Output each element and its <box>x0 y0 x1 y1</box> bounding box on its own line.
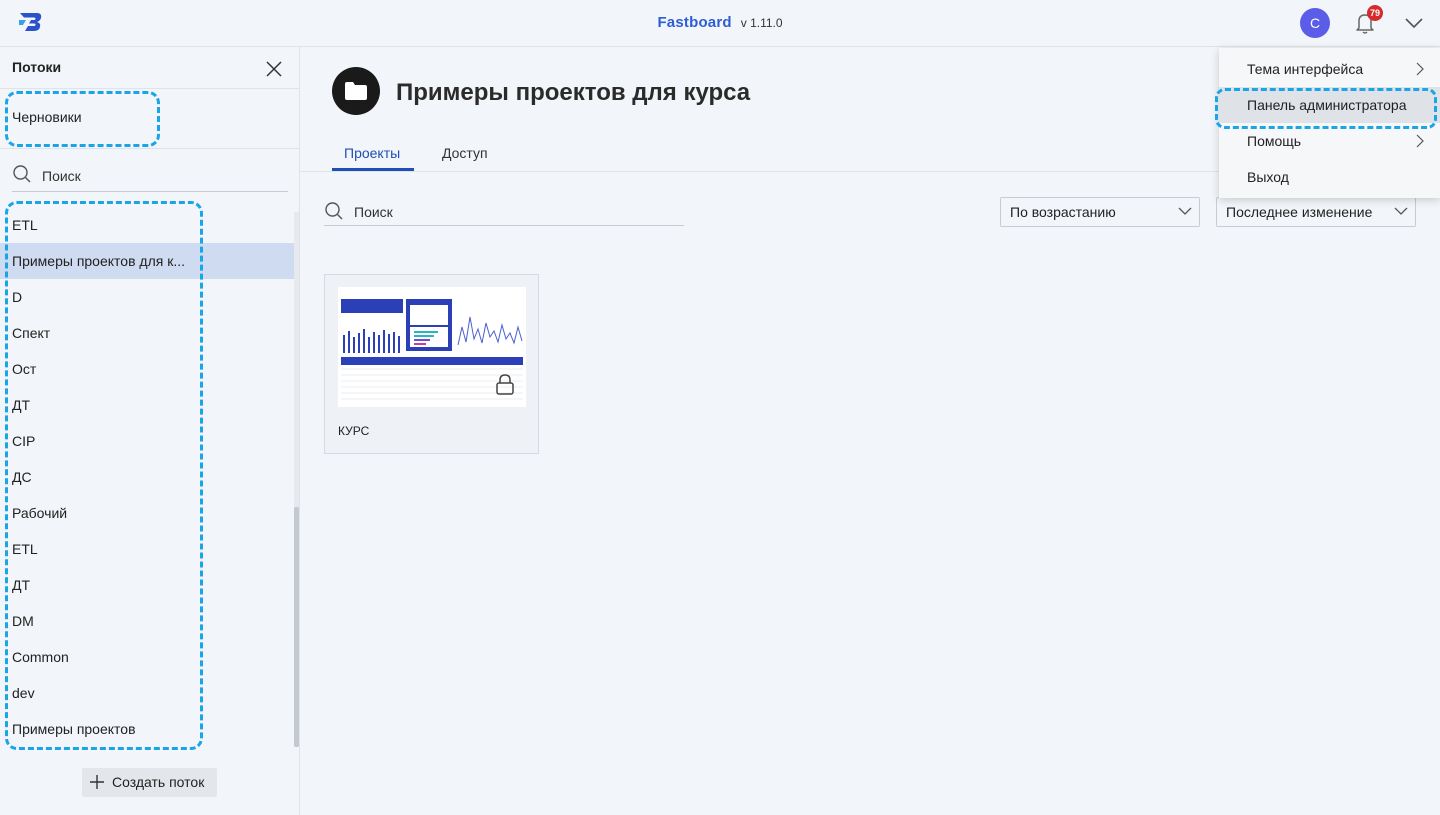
search-icon <box>13 165 31 183</box>
project-card[interactable]: КУРС <box>324 274 539 454</box>
projects-search-input[interactable]: Поиск <box>324 196 684 226</box>
avatar[interactable]: C <box>1300 8 1330 38</box>
menu-item-label: Тема интерфейса <box>1247 61 1364 77</box>
app-version: v 1.11.0 <box>740 16 783 30</box>
search-placeholder: Поиск <box>354 204 393 220</box>
sort-order-value: По возрастанию <box>1010 204 1116 220</box>
chevron-down-icon <box>1178 207 1192 215</box>
notification-badge: 79 <box>1367 5 1383 21</box>
drafts-highlight <box>5 91 160 147</box>
sort-order-select[interactable]: По возрастанию <box>1000 197 1200 227</box>
flows-search-input[interactable]: Поиск <box>12 160 288 192</box>
brand: Fastboard v 1.11.0 <box>0 14 1440 31</box>
close-icon[interactable] <box>264 59 284 79</box>
page-title: Примеры проектов для курса <box>396 79 751 106</box>
plus-icon <box>90 775 104 789</box>
sort-by-select[interactable]: Последнее изменение <box>1216 197 1416 227</box>
folder-icon <box>345 82 367 100</box>
chevron-down-icon[interactable] <box>1402 12 1426 34</box>
menu-item-logout[interactable]: Выход <box>1219 159 1440 195</box>
divider <box>0 148 299 149</box>
create-flow-label: Создать поток <box>112 774 205 790</box>
search-placeholder: Поиск <box>42 168 81 184</box>
project-name: КУРС <box>338 424 370 438</box>
search-icon <box>325 202 343 220</box>
chevron-down-icon <box>1394 207 1408 215</box>
sort-by-value: Последнее изменение <box>1226 204 1373 220</box>
flows-highlight <box>5 201 203 750</box>
scrollbar-thumb[interactable] <box>294 507 299 747</box>
chevron-right-icon <box>1416 134 1424 148</box>
sidebar-title: Потоки <box>12 59 62 75</box>
chevron-right-icon <box>1416 62 1424 76</box>
menu-item-label: Помощь <box>1247 133 1302 149</box>
folder-avatar <box>332 67 380 115</box>
top-bar: Fastboard v 1.11.0 C 79 <box>0 0 1440 47</box>
admin-panel-highlight <box>1215 88 1437 129</box>
brand-name: Fastboard <box>657 14 732 31</box>
menu-item-theme[interactable]: Тема интерфейса <box>1219 51 1440 87</box>
tab-projects[interactable]: Проекты <box>344 145 400 161</box>
active-tab-indicator <box>332 168 414 171</box>
tab-access[interactable]: Доступ <box>442 145 488 161</box>
menu-item-label: Выход <box>1247 169 1289 185</box>
divider <box>0 88 299 89</box>
create-flow-button[interactable]: Создать поток <box>82 768 217 797</box>
lock-icon <box>496 374 514 395</box>
